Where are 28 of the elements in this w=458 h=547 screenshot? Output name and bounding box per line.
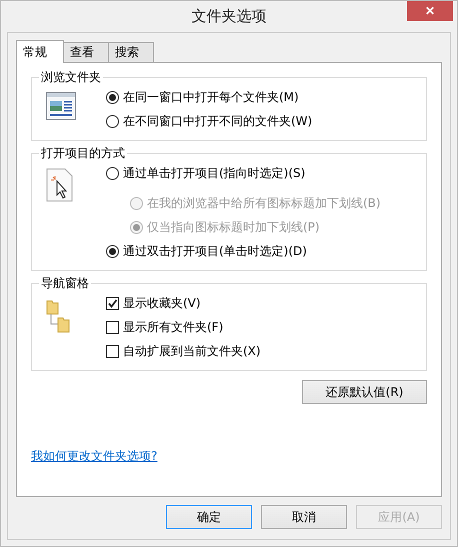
option-label[interactable]: 显示所有文件夹(F): [123, 318, 224, 336]
dialog-button[interactable]: 取消: [261, 505, 347, 529]
help-link[interactable]: 我如何更改文件夹选项?: [31, 448, 158, 465]
radio-button[interactable]: [106, 244, 119, 258]
tab[interactable]: 查看: [63, 42, 109, 62]
window-icon: [46, 92, 76, 120]
radio-button[interactable]: [106, 166, 119, 180]
tab[interactable]: 常规: [16, 40, 64, 63]
option-label[interactable]: 通过单击打开项目(指向时选定)(S): [123, 164, 306, 182]
option-label[interactable]: 在不同窗口中打开不同的文件夹(W): [123, 112, 312, 130]
group-title: 打开项目的方式: [39, 145, 127, 162]
checkbox[interactable]: [106, 320, 119, 334]
window-title: 文件夹选项: [192, 7, 266, 26]
document-cursor-icon: [46, 168, 74, 202]
group-title: 浏览文件夹: [39, 69, 103, 86]
radio-button[interactable]: [106, 114, 119, 128]
tab[interactable]: 搜索: [108, 42, 154, 62]
option-label[interactable]: 通过双击打开项目(单击时选定)(D): [123, 242, 307, 260]
radio-button[interactable]: [106, 90, 119, 104]
group-title: 导航窗格: [39, 275, 91, 292]
dialog-button[interactable]: 确定: [166, 505, 252, 529]
option-label[interactable]: 显示收藏夹(V): [123, 294, 201, 312]
option-label[interactable]: 自动扩展到当前文件夹(X): [123, 342, 261, 360]
checkbox[interactable]: [106, 296, 119, 310]
option-label[interactable]: 在同一窗口中打开每个文件夹(M): [123, 88, 299, 106]
checkbox[interactable]: [106, 344, 119, 358]
close-button[interactable]: ✕: [407, 1, 453, 21]
restore-defaults-button[interactable]: 还原默认值(R): [302, 380, 427, 404]
